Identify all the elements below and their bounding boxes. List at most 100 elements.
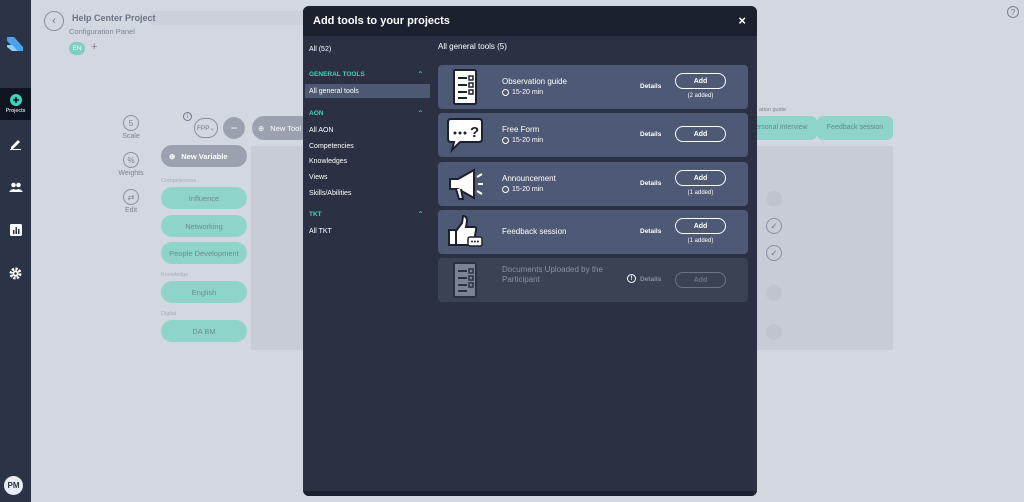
tool-card: Documents Uploaded by the Participant ! … bbox=[438, 258, 748, 302]
chevron-up-icon[interactable]: ⌃ bbox=[417, 210, 424, 219]
weights-label: Weights bbox=[118, 170, 144, 177]
nav-settings[interactable] bbox=[0, 258, 31, 288]
left-nav-rail: Projects PM bbox=[0, 0, 31, 502]
thumbs-up-icon bbox=[448, 214, 483, 247]
nav-users[interactable] bbox=[0, 172, 31, 202]
close-icon[interactable]: × bbox=[738, 13, 746, 28]
empty-check[interactable] bbox=[766, 285, 782, 301]
warning-icon: ! bbox=[627, 274, 636, 283]
details-link[interactable]: Details bbox=[640, 83, 661, 90]
edit-tool[interactable]: ⇄ Edit bbox=[111, 189, 151, 214]
project-subtitle: Configuration Panel bbox=[69, 27, 135, 36]
tool-card: Observation guide 15-20 min Details Add … bbox=[438, 65, 748, 109]
tool-name: Observation guide bbox=[502, 77, 567, 86]
percent-icon: % bbox=[123, 152, 139, 168]
category-skills-abilities[interactable]: Skills/Abilities bbox=[305, 186, 430, 200]
added-count: (1 added) bbox=[687, 190, 714, 196]
modal-title: Add tools to your projects bbox=[313, 15, 450, 27]
add-button: Add bbox=[675, 272, 726, 288]
gear-icon bbox=[9, 267, 22, 279]
scale-icon: 5 bbox=[123, 115, 139, 131]
help-icon[interactable]: ? bbox=[1007, 6, 1019, 18]
variable-pill[interactable]: Networking bbox=[161, 215, 247, 237]
tool-duration: 15-20 min bbox=[502, 137, 543, 144]
tool-duration-text: 15-20 min bbox=[512, 137, 544, 144]
empty-check[interactable] bbox=[766, 324, 782, 340]
checklist-icon bbox=[453, 69, 477, 105]
title-bar-bg bbox=[151, 11, 311, 25]
tool-name: Announcement bbox=[502, 174, 556, 183]
clock-icon bbox=[502, 137, 509, 144]
new-variable-button[interactable]: ⊕ New Variable bbox=[161, 145, 247, 167]
variable-pill[interactable]: People Development bbox=[161, 242, 247, 264]
tool-column-panel bbox=[251, 146, 303, 350]
modal-footer bbox=[303, 491, 757, 496]
chevron-up-icon[interactable]: ⌃ bbox=[417, 109, 424, 118]
chevron-up-icon[interactable]: ⌃ bbox=[417, 70, 424, 79]
weights-tool[interactable]: % Weights bbox=[111, 152, 151, 177]
check-icon[interactable]: ✓ bbox=[766, 218, 782, 234]
category-all[interactable]: All (52) bbox=[309, 46, 331, 53]
tool-duration: 15-20 min bbox=[502, 186, 543, 193]
project-title: Help Center Project bbox=[72, 13, 156, 23]
variable-pill[interactable]: Influence bbox=[161, 187, 247, 209]
tool-duration: 15-20 min bbox=[502, 89, 543, 96]
remove-button[interactable]: − bbox=[223, 117, 245, 139]
new-tool-label: New Tool bbox=[270, 123, 302, 133]
megaphone-icon bbox=[449, 168, 483, 200]
details-link[interactable]: Details bbox=[640, 180, 661, 187]
category-competencies[interactable]: Competencies bbox=[305, 139, 430, 153]
category-all-aon[interactable]: All AON bbox=[305, 123, 430, 137]
section-aon[interactable]: AON bbox=[309, 110, 323, 117]
edit-label: Edit bbox=[124, 207, 138, 214]
section-general-tools[interactable]: GENERAL TOOLS bbox=[309, 71, 365, 78]
speech-bubble-icon: ? bbox=[447, 118, 483, 154]
users-icon bbox=[8, 182, 23, 192]
add-button[interactable]: Add bbox=[675, 170, 726, 186]
variable-pill[interactable]: English bbox=[161, 281, 247, 303]
check-icon[interactable]: ✓ bbox=[766, 245, 782, 261]
empty-check[interactable] bbox=[766, 191, 782, 207]
nav-projects-label: Projects bbox=[5, 108, 26, 114]
scale-label: Scale bbox=[122, 133, 140, 140]
language-pill[interactable]: EN bbox=[69, 42, 85, 55]
category-all-general-tools[interactable]: All general tools bbox=[305, 84, 430, 98]
tool-duration-text: 15-20 min bbox=[512, 89, 544, 96]
variable-pill[interactable]: DA BM bbox=[161, 320, 247, 342]
tool-card: Announcement 15-20 min Details Add (1 ad… bbox=[438, 162, 748, 206]
tool-column-header[interactable]: Feedback session bbox=[817, 116, 893, 140]
nav-edit[interactable] bbox=[0, 128, 31, 158]
fpp-select[interactable]: FPP ⌄ bbox=[194, 118, 218, 138]
back-button[interactable]: ‹ bbox=[44, 11, 64, 31]
category-views[interactable]: Views bbox=[305, 170, 430, 184]
details-link[interactable]: Details bbox=[640, 276, 661, 283]
added-count: (2 added) bbox=[687, 93, 714, 99]
category-knowledges[interactable]: Knowledges bbox=[305, 154, 430, 168]
scale-tool[interactable]: 5 Scale bbox=[111, 115, 151, 140]
minus-icon: − bbox=[230, 121, 238, 135]
add-button[interactable]: Add bbox=[675, 218, 726, 234]
chevron-down-icon: ⌄ bbox=[209, 125, 216, 132]
pencil-icon bbox=[10, 139, 21, 150]
details-link[interactable]: Details bbox=[640, 131, 661, 138]
fpp-label: FPP bbox=[196, 124, 210, 132]
nav-reports[interactable] bbox=[0, 215, 31, 245]
info-icon[interactable]: i bbox=[183, 112, 192, 121]
nav-projects[interactable]: Projects bbox=[0, 88, 31, 120]
category-all-tkt[interactable]: All TKT bbox=[305, 224, 430, 238]
section-tkt[interactable]: TKT bbox=[309, 211, 322, 218]
add-button[interactable]: Add bbox=[675, 126, 726, 142]
add-tools-modal: Add tools to your projects × All (52) GE… bbox=[303, 6, 757, 496]
add-language-icon[interactable]: + bbox=[91, 41, 97, 53]
plus-circle-icon: ⊕ bbox=[258, 123, 265, 133]
tool-card: ? Free Form 15-20 min Details Add bbox=[438, 113, 748, 157]
group-label: Digital bbox=[161, 311, 177, 317]
tool-name: Free Form bbox=[502, 125, 540, 134]
plus-circle-icon: ⊕ bbox=[169, 151, 176, 161]
user-avatar[interactable]: PM bbox=[4, 476, 23, 495]
details-link[interactable]: Details bbox=[640, 228, 661, 235]
projects-icon bbox=[9, 94, 22, 106]
modal-header: Add tools to your projects × bbox=[303, 6, 757, 36]
add-button[interactable]: Add bbox=[675, 73, 726, 89]
app-logo bbox=[7, 37, 23, 51]
